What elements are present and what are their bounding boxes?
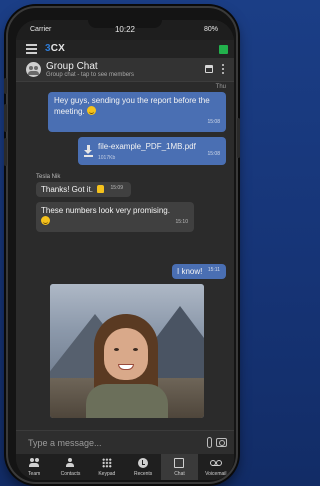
menu-icon[interactable] bbox=[26, 44, 37, 54]
outgoing-message[interactable]: I know! 15:11 bbox=[172, 264, 226, 279]
app-logo: 3CX bbox=[45, 43, 65, 54]
group-avatar-icon bbox=[26, 62, 41, 77]
incoming-message[interactable]: Thanks! Got it. 15:09 bbox=[36, 182, 131, 197]
battery-level: 80% bbox=[203, 26, 218, 33]
chat-subtitle: Group chat - tap to see members bbox=[46, 72, 135, 78]
message-text: Hey guys, sending you the report before … bbox=[54, 96, 210, 116]
nav-recents[interactable]: Recents bbox=[125, 454, 161, 480]
presence-status-icon[interactable] bbox=[219, 45, 228, 54]
nav-team[interactable]: Team bbox=[16, 454, 52, 480]
nav-label: Voicemail bbox=[205, 471, 227, 477]
phone-screen: Carrier 10:22 80% 3CX Group Chat Group c… bbox=[16, 20, 234, 480]
thumbs-up-emoji-icon bbox=[97, 185, 105, 193]
clock: 10:22 bbox=[114, 25, 136, 34]
message-time: 15:10 bbox=[175, 219, 188, 225]
message-time: 15:11 bbox=[207, 267, 220, 273]
smile-emoji-icon bbox=[86, 106, 96, 115]
file-size: 1017Kb bbox=[98, 155, 116, 161]
volume-down-button bbox=[4, 138, 7, 166]
calendar-icon[interactable] bbox=[205, 65, 213, 73]
message-time: 15:08 bbox=[207, 151, 220, 157]
status-bar: Carrier 10:22 80% bbox=[16, 20, 234, 40]
day-label: Thu bbox=[215, 84, 226, 90]
logo-suffix: CX bbox=[50, 43, 66, 54]
message-input[interactable]: Type a message... bbox=[28, 438, 102, 448]
side-button bbox=[4, 78, 7, 94]
phone-frame: Carrier 10:22 80% 3CX Group Chat Group c… bbox=[4, 6, 240, 484]
keypad-icon bbox=[101, 458, 112, 468]
voicemail-icon bbox=[209, 458, 222, 468]
nav-voicemail[interactable]: Voicemail bbox=[198, 454, 234, 480]
message-time: 15:09 bbox=[110, 185, 123, 191]
chat-icon bbox=[174, 458, 185, 468]
message-text: I know! bbox=[177, 267, 203, 276]
nav-contacts[interactable]: Contacts bbox=[52, 454, 88, 480]
file-message[interactable]: file-example_PDF_1MB.pdf 1017Kb 15:08 bbox=[78, 137, 226, 165]
chat-header[interactable]: Group Chat Group chat - tap to see membe… bbox=[16, 58, 234, 82]
incoming-message[interactable]: These numbers look very promising. 15:10 bbox=[36, 202, 194, 232]
volume-up-button bbox=[4, 104, 7, 132]
nav-label: Chat bbox=[174, 471, 185, 477]
message-text: Thanks! Got it. bbox=[41, 185, 94, 194]
more-options-icon[interactable] bbox=[222, 64, 224, 75]
sender-name: Tesla Nik bbox=[36, 174, 61, 180]
nav-label: Contacts bbox=[60, 471, 81, 477]
nav-label: Keypad bbox=[98, 471, 116, 477]
attach-icon[interactable] bbox=[207, 437, 212, 448]
message-time: 15:08 bbox=[207, 119, 220, 125]
nav-keypad[interactable]: Keypad bbox=[89, 454, 125, 480]
bottom-navigation: Team Contacts Keypad Recents Chat Voicem… bbox=[16, 454, 234, 480]
nav-label: Team bbox=[28, 471, 41, 477]
app-bar: 3CX bbox=[16, 40, 234, 58]
power-button bbox=[237, 118, 240, 158]
download-icon[interactable] bbox=[84, 145, 93, 157]
outgoing-message[interactable]: Hey guys, sending you the report before … bbox=[48, 92, 226, 132]
nav-chat[interactable]: Chat bbox=[161, 454, 198, 480]
team-icon bbox=[29, 458, 40, 468]
message-text: These numbers look very promising. bbox=[41, 206, 170, 215]
smile-emoji-icon bbox=[41, 216, 50, 225]
message-input-bar: Type a message... bbox=[16, 430, 234, 454]
camera-icon[interactable] bbox=[216, 438, 227, 447]
file-name: file-example_PDF_1MB.pdf bbox=[98, 142, 196, 151]
contacts-icon bbox=[65, 458, 75, 468]
nav-label: Recents bbox=[133, 471, 153, 477]
image-message[interactable] bbox=[50, 284, 204, 418]
clock-icon bbox=[138, 458, 149, 468]
chat-title: Group Chat bbox=[46, 61, 98, 72]
